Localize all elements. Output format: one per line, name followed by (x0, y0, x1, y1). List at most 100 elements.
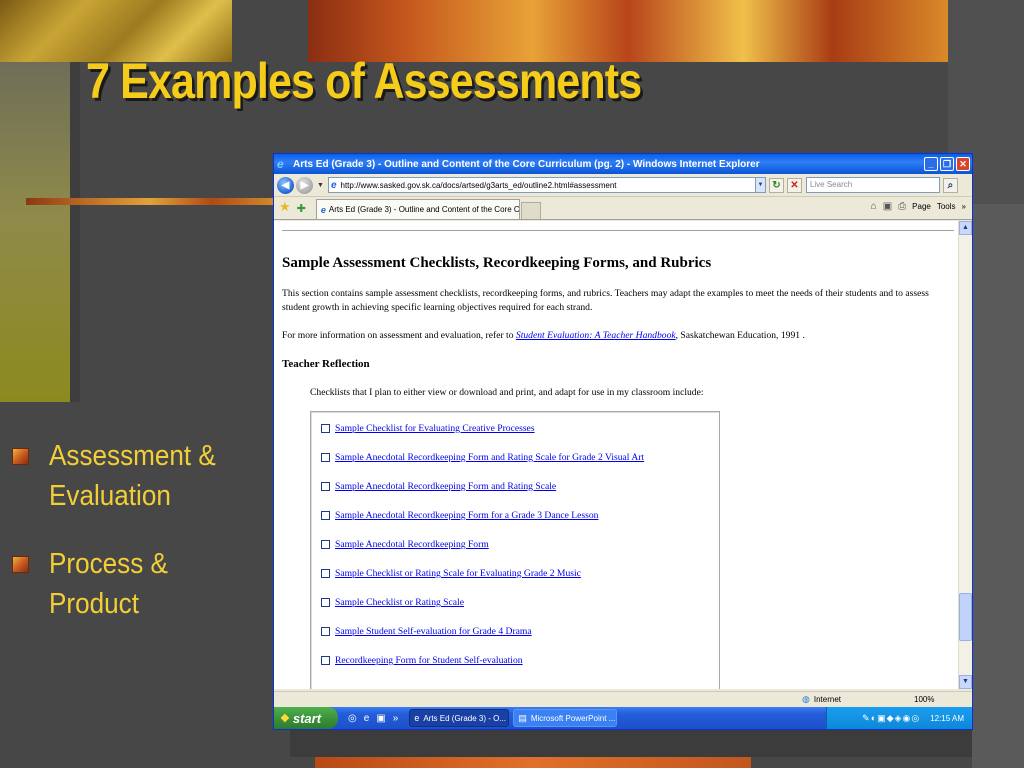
url-input[interactable]: e http://www.sasked.gov.sk.ca/docs/artse… (327, 177, 766, 193)
checklist-link[interactable]: Sample Anecdotal Recordkeeping Form for … (335, 510, 598, 521)
vertical-scrollbar[interactable]: ▲ ▼ (958, 221, 972, 689)
url-dropdown-icon[interactable]: ▼ (754, 178, 765, 192)
bullet-marker-icon (12, 556, 29, 573)
browser-titlebar: e Arts Ed (Grade 3) - Outline and Conten… (274, 154, 972, 174)
checklist-link[interactable]: Sample Anecdotal Recordkeeping Form and … (335, 452, 644, 463)
search-input[interactable]: Live Search (805, 177, 940, 193)
reference-prefix: For more information on assessment and e… (282, 330, 516, 341)
security-zone: ◍ Internet (802, 694, 841, 705)
taskbar: ❖ start ◎ e ▣ » e Arts Ed (Grade 3) - O.… (274, 707, 972, 729)
start-button[interactable]: ❖ start (274, 707, 338, 729)
scroll-thumb[interactable] (959, 593, 972, 641)
page-content: Sample Assessment Checklists, Recordkeep… (274, 221, 960, 689)
stop-icon[interactable]: ✕ (786, 177, 802, 193)
ie-task-icon: e (414, 713, 420, 723)
checklist-item: Sample Anecdotal Recordkeeping Form for … (321, 510, 598, 521)
decorative-panel-right (972, 204, 1024, 768)
ie-quicklaunch-icon[interactable]: e (364, 713, 370, 724)
chevron-more-icon[interactable]: » (393, 713, 399, 724)
scroll-up-icon[interactable]: ▲ (959, 221, 972, 235)
search-icon[interactable]: ⌕ (942, 177, 958, 193)
bullet-text: Process & Product (49, 544, 168, 624)
forward-arrow-icon[interactable]: ▶ (296, 176, 313, 194)
tab-bar: ★ ✚ e Arts Ed (Grade 3) - Outline and Co… (274, 197, 972, 220)
taskbar-item-ie[interactable]: e Arts Ed (Grade 3) - O... (409, 709, 510, 727)
history-dropdown-icon[interactable]: ▼ (317, 182, 324, 189)
checklist-link[interactable]: Sample Anecdotal Recordkeeping Form (335, 539, 489, 550)
decorative-panel-bottom (290, 728, 972, 757)
checkbox[interactable] (321, 540, 330, 549)
checklist-link[interactable]: Sample Checklist for Evaluating Creative… (335, 423, 535, 434)
checklist-link[interactable]: Recordkeeping Form for Student Self-eval… (335, 655, 523, 666)
globe-icon: ◍ (802, 694, 810, 704)
decorative-strip-bottom (315, 757, 751, 768)
add-favorites-icon[interactable]: ✚ (297, 202, 306, 215)
checklist-intro: Checklists that I plan to either view or… (310, 387, 704, 398)
page-favicon-icon: e (330, 179, 337, 191)
checklist-link[interactable]: Sample Checklist or Rating Scale (335, 597, 464, 608)
print-icon[interactable]: ⎙ (898, 201, 906, 212)
checklist-link[interactable]: Sample Student Self-evaluation for Grade… (335, 626, 532, 637)
feeds-icon[interactable]: ▣ (883, 201, 892, 212)
bullet-line: Product (49, 588, 139, 620)
slide-title: 7 Examples of Assessments (86, 53, 642, 109)
checkbox[interactable] (321, 627, 330, 636)
status-bar: ◍ Internet 100% (274, 691, 972, 707)
checkbox[interactable] (321, 511, 330, 520)
browser-window: e Arts Ed (Grade 3) - Outline and Conten… (273, 153, 973, 730)
task-label: Arts Ed (Grade 3) - O... (423, 713, 507, 723)
tab-label: Arts Ed (Grade 3) - Outline and Content … (328, 205, 520, 214)
checkbox[interactable] (321, 424, 330, 433)
page-menu[interactable]: Page (912, 202, 931, 211)
checklist-item: Sample Student Self-evaluation for Grade… (321, 626, 532, 637)
decorative-divider-left (70, 62, 80, 402)
ie-logo-icon: e (277, 157, 284, 171)
close-button[interactable]: ✕ (956, 157, 970, 171)
subheading: Teacher Reflection (282, 358, 370, 370)
tab-active[interactable]: e Arts Ed (Grade 3) - Outline and Conten… (315, 199, 520, 219)
taskbar-item-powerpoint[interactable]: ▤ Microsoft PowerPoint ... (513, 709, 618, 727)
back-arrow-icon[interactable]: ◀ (277, 176, 294, 194)
new-tab-button[interactable] (520, 202, 541, 219)
handbook-link[interactable]: Student Evaluation: A Teacher Handbook (516, 330, 676, 341)
restore-button[interactable]: ❐ (940, 157, 954, 171)
checklist-link[interactable]: Sample Anecdotal Recordkeeping Form and … (335, 481, 556, 492)
scroll-down-icon[interactable]: ▼ (959, 675, 972, 689)
zone-label: Internet (813, 695, 841, 704)
chevron-more-icon[interactable]: » (962, 202, 966, 211)
zoom-level[interactable]: 100% (914, 695, 934, 704)
decorative-line (26, 198, 274, 205)
bullet-item: Process & Product (12, 544, 270, 624)
checkbox[interactable] (321, 598, 330, 607)
home-icon[interactable]: ⌂ (871, 201, 877, 212)
bullet-marker-icon (12, 448, 29, 465)
checkbox[interactable] (321, 482, 330, 491)
app-quicklaunch-icon[interactable]: ▣ (376, 713, 385, 724)
checkbox[interactable] (321, 569, 330, 578)
checklist-item: Sample Checklist for Evaluating Creative… (321, 423, 535, 434)
address-bar: ◀ ▶ ▼ e http://www.sasked.gov.sk.ca/docs… (274, 174, 972, 197)
bullet-list: Assessment & Evaluation Process & Produc… (12, 436, 270, 652)
checklist-box: Sample Checklist for Evaluating Creative… (310, 411, 720, 689)
tools-menu[interactable]: Tools (937, 202, 956, 211)
checklist-link[interactable]: Sample Checklist or Rating Scale for Eva… (335, 568, 581, 579)
command-bar: ⌂ ▣ ⎙ Page Tools » (865, 201, 966, 212)
checklist-item: Sample Checklist or Rating Scale for Eva… (321, 568, 581, 579)
system-tray: ✎◐▣◆◈◉◎ 12:15 AM (826, 707, 972, 729)
reference-suffix: , Saskatchewan Education, 1991 . (675, 330, 805, 341)
quick-launch: ◎ e ▣ » (348, 713, 405, 724)
bullet-line: Process & (49, 548, 168, 580)
minimize-button[interactable]: _ (924, 157, 938, 171)
bullet-text: Assessment & Evaluation (49, 436, 216, 516)
checkbox[interactable] (321, 656, 330, 665)
favorites-star-icon[interactable]: ★ (279, 199, 291, 215)
bullet-item: Assessment & Evaluation (12, 436, 270, 516)
checkbox[interactable] (321, 453, 330, 462)
checklist-item: Recordkeeping Form for Student Self-eval… (321, 655, 523, 666)
network-icon[interactable]: ◎ (348, 713, 357, 724)
tray-icons[interactable]: ✎◐▣◆◈◉◎ (862, 713, 920, 724)
refresh-icon[interactable]: ↻ (768, 177, 784, 193)
url-text: http://www.sasked.gov.sk.ca/docs/artsed/… (340, 180, 617, 190)
clock: 12:15 AM (930, 713, 964, 723)
tab-favicon-icon: e (320, 204, 326, 215)
